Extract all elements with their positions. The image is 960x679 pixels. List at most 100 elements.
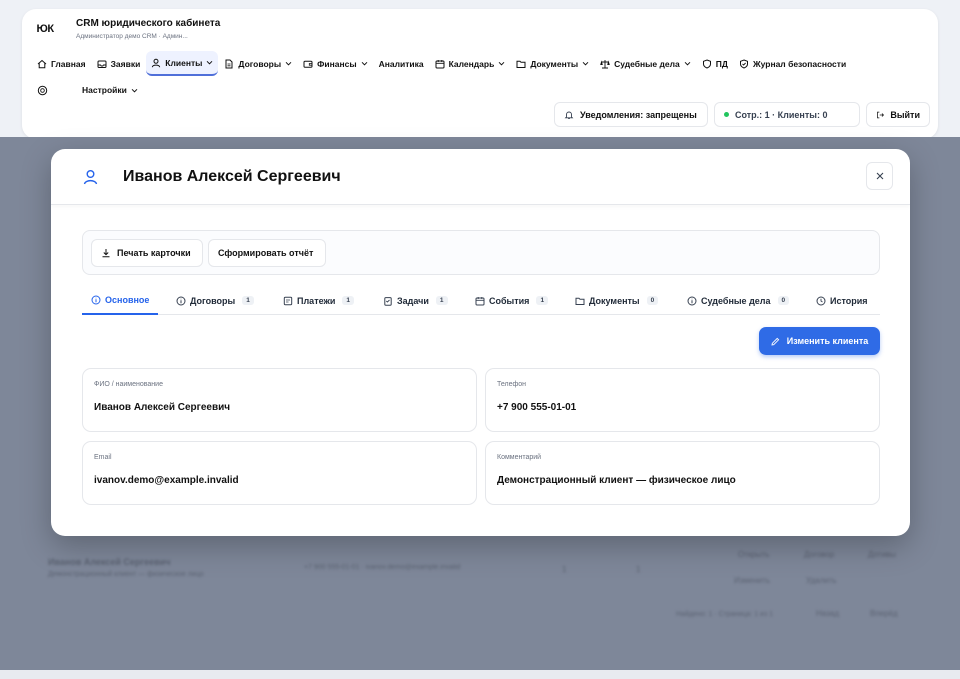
bg-client-contact: +7 900 555-01-01 · ivanov.demo@example.i… (304, 564, 461, 571)
bg-client-desc: Демонстрационный клиент — физическое лиц… (48, 571, 204, 578)
nav-settings[interactable]: Настройки (77, 78, 143, 103)
logout-button[interactable]: Выйти (866, 102, 930, 127)
nav-contracts[interactable]: Договоры (219, 51, 297, 76)
shield-icon (702, 58, 711, 69)
field-phone: Телефон +7 900 555-01-01 (485, 368, 880, 432)
modal-title: Иванов Алексей Сергеевич (123, 168, 341, 185)
tab-count-badge: 1 (435, 296, 448, 305)
nav-calendar[interactable]: Календарь (430, 51, 511, 76)
tab-events[interactable]: События 1 (475, 286, 549, 315)
nav-finance[interactable]: Финансы (298, 51, 372, 76)
close-icon (876, 172, 883, 180)
nav-documents[interactable]: Документы (511, 51, 594, 76)
field-phone-value: +7 900 555-01-01 (497, 402, 577, 413)
close-button[interactable] (866, 162, 893, 190)
bg-action-delete: Удалить (806, 576, 837, 585)
tab-count-badge: 0 (777, 296, 790, 305)
app-title: CRM юридического кабинета (76, 18, 221, 29)
chevron-down-icon (361, 61, 367, 66)
user-icon (152, 58, 161, 67)
field-name-label: ФИО / наименование (94, 381, 163, 388)
app-logo: ЮК (36, 23, 54, 35)
info-icon (91, 295, 101, 304)
field-comment: Комментарий Демонстрационный клиент — фи… (485, 441, 880, 505)
edit-client-button[interactable]: Изменить клиента (759, 327, 880, 355)
bg-col2: 1 (636, 565, 641, 574)
nav-settings-label: Настройки (82, 85, 127, 95)
sun-icon (37, 85, 48, 95)
nav-clients-label: Клиенты (165, 57, 203, 68)
nav-analytics[interactable]: Аналитика (374, 51, 429, 76)
info-icon (687, 296, 697, 305)
tab-payments-label: Платежи (297, 295, 336, 306)
nav-pd[interactable]: ПД (697, 51, 733, 76)
main-nav: Главная Заявки Клиенты Договоры Финансы … (32, 51, 852, 76)
field-email: Email ivanov.demo@example.invalid (82, 441, 477, 505)
nav-requests[interactable]: Заявки (92, 51, 146, 76)
calendar-icon (435, 59, 445, 68)
notifications-button[interactable]: Уведомления: запрещены (554, 102, 708, 127)
field-email-label: Email (94, 454, 112, 461)
clipboard-icon (384, 296, 392, 306)
field-name-value: Иванов Алексей Сергеевич (94, 402, 231, 413)
tab-contracts-label: Договоры (190, 295, 236, 306)
tab-events-label: События (489, 295, 530, 306)
tab-tasks[interactable]: Задачи 1 (383, 286, 448, 315)
nav-home-label: Главная (51, 58, 86, 69)
tab-documents[interactable]: Документы 0 (575, 286, 659, 315)
action-bar: Печать карточки Сформировать отчёт (82, 230, 880, 275)
tab-documents-label: Документы (589, 295, 640, 306)
edit-client-label: Изменить клиента (786, 336, 869, 346)
download-icon (102, 249, 110, 258)
chevron-down-icon (285, 61, 292, 66)
receipt-icon (283, 296, 293, 305)
client-modal: Иванов Алексей Сергеевич Печать карточки… (51, 149, 910, 536)
field-email-value: ivanov.demo@example.invalid (94, 475, 239, 486)
app-subtitle: Администратор демо CRM · Админ... (76, 33, 188, 40)
tab-history[interactable]: История (816, 286, 868, 315)
nav-security-log[interactable]: Журнал безопасности (734, 51, 851, 76)
calendar-icon (475, 296, 485, 305)
tab-tasks-label: Задачи (397, 295, 429, 306)
nav-home[interactable]: Главная (32, 51, 91, 76)
theme-toggle[interactable] (32, 78, 57, 103)
nav-documents-label: Документы (530, 58, 579, 69)
field-comment-label: Комментарий (497, 454, 542, 461)
info-icon (176, 296, 186, 305)
status-dot (724, 112, 729, 117)
folder-icon (575, 297, 585, 305)
chevron-down-icon (131, 88, 138, 93)
tab-court-cases[interactable]: Судебные дела 0 (687, 286, 790, 315)
notifications-label: Уведомления: запрещены (580, 109, 697, 120)
tab-payments[interactable]: Платежи 1 (283, 286, 355, 315)
print-card-button[interactable]: Печать карточки (91, 239, 203, 267)
nav-analytics-label: Аналитика (378, 58, 424, 69)
tab-count-badge: 1 (536, 296, 549, 305)
nav-security-log-label: Журнал безопасности (752, 58, 847, 69)
tab-contracts[interactable]: Договоры 1 (176, 286, 254, 315)
nav-contracts-label: Договоры (238, 58, 282, 69)
tab-count-badge: 1 (242, 296, 254, 305)
print-card-label: Печать карточки (117, 248, 191, 258)
tab-count-badge: 1 (342, 296, 355, 305)
bg-action-open: Открыть (738, 550, 770, 559)
chevron-down-icon (207, 60, 213, 65)
nav-finance-label: Финансы (317, 58, 357, 69)
bg-client-name: Иванов Алексей Сергеевич (48, 557, 171, 567)
bg-action-contract: Договор (804, 550, 835, 559)
bg-next: Вперёд (870, 609, 898, 618)
nav-calendar-label: Календарь (448, 58, 495, 69)
nav-clients[interactable]: Клиенты (146, 51, 219, 76)
logout-label: Выйти (890, 109, 920, 120)
nav-pd-label: ПД (715, 58, 728, 69)
nav-court-cases[interactable]: Судебные дела (595, 51, 696, 76)
shield-check-icon (739, 58, 748, 69)
status-indicator: Сотр.: 1 · Клиенты: 0 (714, 102, 860, 127)
generate-report-button[interactable]: Сформировать отчёт (208, 239, 326, 267)
bg-action-other: Дотивы (868, 550, 896, 559)
tab-main[interactable]: Основное (82, 286, 159, 315)
wallet-icon (303, 60, 313, 68)
field-phone-label: Телефон (497, 381, 527, 388)
field-comment-value: Демонстрационный клиент — физическое лиц… (497, 475, 736, 486)
tab-main-label: Основное (105, 294, 150, 305)
